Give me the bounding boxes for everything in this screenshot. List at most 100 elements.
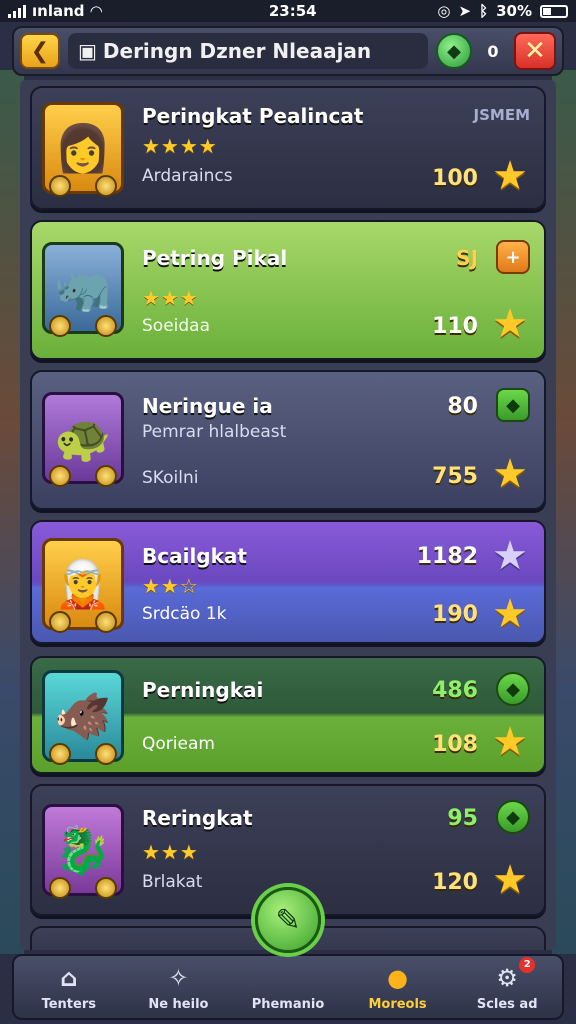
player-subtitle: Soeidaa xyxy=(142,316,210,336)
gear-icon: ⚙ xyxy=(496,964,518,992)
player-score-top: 95 xyxy=(447,806,478,831)
list-item[interactable]: 🐢 Neringue ia 80 ◆ Pemrar hlalbeast SKoi… xyxy=(30,370,546,510)
battery-label: 30% xyxy=(496,2,532,20)
close-icon: ✕ xyxy=(524,36,546,66)
star-icon[interactable]: ★ xyxy=(488,302,532,346)
nav-item-settings[interactable]: ⚙ 2 Scles ad xyxy=(457,957,557,1012)
player-name: Peringkat Pealincat xyxy=(142,104,364,128)
level-badge-icon xyxy=(95,315,117,337)
player-subtitle: Qorieam xyxy=(142,734,215,754)
play-icon[interactable]: ✎ xyxy=(254,887,321,953)
level-badge-icon xyxy=(49,611,71,633)
rating-stars: ★★★ xyxy=(142,840,199,864)
player-subtitle: Brlakat xyxy=(142,872,203,892)
hero-icon: 🐉 xyxy=(54,822,112,877)
level-badge-icon xyxy=(49,877,71,899)
gem-button[interactable]: ◆ xyxy=(496,672,530,706)
signal-icon xyxy=(8,4,26,18)
player-score-top: 1182 xyxy=(416,544,478,569)
player-tag: JSMEM xyxy=(473,106,530,124)
nav-label: Scles ad xyxy=(476,997,538,1012)
hero-icon: 🧝 xyxy=(54,556,112,611)
player-name: Petring Pikal xyxy=(142,246,288,270)
level-badge-icon xyxy=(49,175,71,197)
player-score: 100 xyxy=(432,166,478,191)
hero-icon: 🦏 xyxy=(54,260,112,315)
player-subtitle: Srdcäo 1k xyxy=(142,604,227,624)
rating-stars: ★★☆ xyxy=(142,574,199,598)
list-item[interactable]: 👩 Peringkat Pealincat JSMEM ★★★★ Ardarai… xyxy=(30,86,546,210)
player-score-top: 80 xyxy=(447,394,478,419)
player-score-top: SJ xyxy=(456,246,478,270)
player-name: Neringue ia xyxy=(142,394,273,418)
list-item[interactable]: 🦏 Petring Pikal SJ + ★★★ Soeidaa 110 ★ xyxy=(30,220,546,360)
avatar: 🧝 xyxy=(42,538,124,633)
plus-button[interactable]: + xyxy=(496,240,530,274)
star-icon[interactable]: ★ xyxy=(488,592,532,636)
hero-icon: 🐢 xyxy=(54,410,112,465)
list-item[interactable]: 🐗 Perningkai 486 ◆ Qorieam 108 ★ xyxy=(30,656,546,774)
title-box: ▣ Deringn Dzner Nleaajan xyxy=(68,33,428,69)
gem-icon: ◆ xyxy=(447,40,461,62)
nav-item-explore[interactable]: ✧ Ne heilo xyxy=(128,963,228,1012)
leaderboard-icon: ▣ xyxy=(78,39,97,63)
page-title: Deringn Dzner Nleaajan xyxy=(102,39,372,63)
back-button[interactable]: ❮ xyxy=(20,33,60,69)
location-icon: ➤ xyxy=(458,2,472,20)
level-badge-icon xyxy=(49,315,71,337)
avatar: 🐉 xyxy=(42,804,124,899)
avatar: 🦏 xyxy=(42,242,124,337)
avatar: 🐗 xyxy=(42,670,124,765)
notification-badge: 2 xyxy=(519,957,536,973)
player-score: 108 xyxy=(432,732,478,757)
close-button[interactable]: ✕ xyxy=(514,32,556,70)
star-icon[interactable]: ★ xyxy=(488,720,532,764)
chevron-left-icon: ❮ xyxy=(30,38,50,64)
star-icon[interactable]: ★ xyxy=(488,858,532,902)
player-subtitle: SKoilni xyxy=(142,468,199,488)
battery-icon xyxy=(540,4,568,18)
player-name: Reringkat xyxy=(142,806,253,830)
coin-icon: ● xyxy=(387,964,409,992)
ranking-list[interactable]: 👩 Peringkat Pealincat JSMEM ★★★★ Ardarai… xyxy=(20,80,556,950)
nav-label: Phemanio xyxy=(251,997,325,1012)
compass-icon: ✧ xyxy=(168,964,189,992)
star-icon[interactable]: ★ xyxy=(488,154,532,198)
nav-label: Tenters xyxy=(41,997,96,1012)
bottom-nav: ⌂ Tenters ✧ Ne heilo ✎ Phemanio ● Moreol… xyxy=(12,887,564,1020)
nav-item-home[interactable]: ⌂ Tenters xyxy=(19,963,119,1012)
player-subtitle-top: Pemrar hlalbeast xyxy=(142,422,287,442)
level-badge-icon xyxy=(49,743,71,765)
level-badge-icon xyxy=(95,877,117,899)
list-item[interactable]: 🧝 Bcailgkat 1182 ★ ★★☆ Srdcäo 1k 190 ★ xyxy=(30,520,546,644)
player-score-top: 486 xyxy=(432,678,478,703)
header-bar: ❮ ▣ Deringn Dzner Nleaajan ◆ 0 ✕ xyxy=(12,26,564,76)
status-bar: ınland ◠ 23:54 ◎ ➤ ᛒ 30% xyxy=(0,0,576,22)
level-badge-icon xyxy=(95,611,117,633)
player-subtitle: Ardaraincs xyxy=(142,166,233,186)
star-icon[interactable]: ★ xyxy=(488,452,532,496)
level-badge-icon xyxy=(49,465,71,487)
carrier-label: ınland xyxy=(32,2,85,20)
nav-label: Moreols xyxy=(368,997,427,1012)
player-score: 190 xyxy=(432,602,478,627)
avatar: 🐢 xyxy=(42,392,124,487)
home-icon: ⌂ xyxy=(60,964,78,992)
level-badge-icon xyxy=(95,465,117,487)
nav-item-coins[interactable]: ● Moreols xyxy=(348,963,448,1012)
rating-stars: ★★★ xyxy=(142,286,199,310)
hero-icon: 👩 xyxy=(54,120,112,175)
gem-count: 0 xyxy=(487,41,499,61)
star-icon[interactable]: ★ xyxy=(488,534,532,578)
level-badge-icon xyxy=(95,743,117,765)
gem-button[interactable]: ◆ xyxy=(496,800,530,834)
nav-item-play[interactable]: ✎ Phemanio xyxy=(238,887,338,1012)
gem-button[interactable]: ◆ xyxy=(496,388,530,422)
player-name: Bcailgkat xyxy=(142,544,247,568)
player-score: 755 xyxy=(432,464,478,489)
player-score: 110 xyxy=(432,314,478,339)
gem-button[interactable]: ◆ xyxy=(436,33,472,69)
player-score: 120 xyxy=(432,870,478,895)
avatar: 👩 xyxy=(42,102,124,197)
rating-stars: ★★★★ xyxy=(142,134,218,158)
